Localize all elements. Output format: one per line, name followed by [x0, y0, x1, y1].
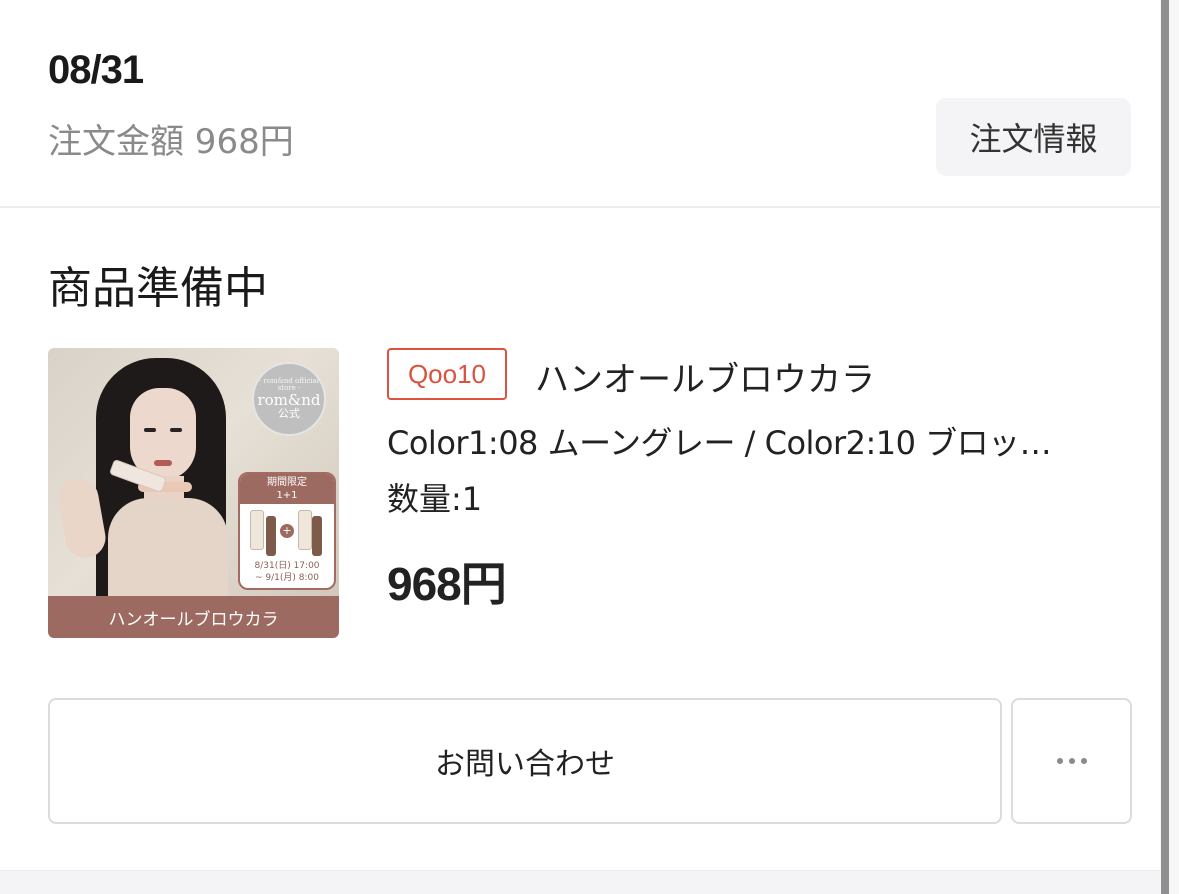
promo-wand-icon [312, 516, 322, 556]
more-options-button[interactable] [1011, 698, 1132, 824]
order-date: 08/31 [48, 48, 144, 92]
promo-card: 期間限定 1+1 + 8/31(日) 17:00 ~ 9/1(月) 8:00 [238, 472, 336, 590]
order-amount: 注文金額 968円 [48, 122, 294, 162]
brand-badge-name: rom&nd [257, 390, 321, 409]
header-divider [0, 206, 1160, 208]
image-model-body [108, 498, 228, 598]
promo-tube-icon [250, 510, 264, 550]
product-quantity: 数量:1 [387, 480, 483, 518]
brand-official-badge: · rom&nd official store · rom&nd 公式 [252, 362, 326, 436]
product-name[interactable]: ハンオールブロウカラ [535, 352, 875, 401]
promo-date-end: ~ 9/1(月) 8:00 [255, 573, 319, 583]
more-horizontal-icon [1056, 758, 1087, 764]
product-price: 968円 [387, 558, 507, 610]
image-footer-label: ハンオールブロウカラ [48, 596, 339, 638]
image-model-eye [144, 428, 156, 432]
product-option: Color1:08 ムーングレー / Color2:10 ブロッ… [387, 424, 1052, 462]
promo-offer-label: 1+1 [276, 490, 298, 501]
brand-badge-official: 公式 [278, 407, 300, 421]
promo-date-start: 8/31(日) 17:00 [254, 561, 320, 571]
order-info-button[interactable]: 注文情報 [936, 98, 1131, 176]
seller-badge: Qoo10 [387, 348, 507, 400]
promo-tube-icon [298, 510, 312, 550]
contact-button[interactable]: お問い合わせ [48, 698, 1002, 824]
order-status-title: 商品準備中 [48, 263, 268, 314]
image-model-lip [154, 460, 172, 466]
order-header: 08/31 注文金額 968円 注文情報 [0, 0, 1160, 207]
image-model-face [130, 388, 196, 480]
promo-date: 8/31(日) 17:00 ~ 9/1(月) 8:00 [240, 560, 334, 584]
plus-icon: + [280, 524, 294, 538]
product-image[interactable]: · rom&nd official store · rom&nd 公式 期間限定… [48, 348, 339, 638]
section-separator [0, 870, 1160, 894]
promo-products: + [250, 510, 324, 556]
promo-limited-label: 期間限定 [267, 477, 307, 488]
brand-badge-subtitle: · rom&nd official store · [258, 376, 320, 392]
promo-header: 期間限定 1+1 [240, 474, 334, 504]
image-model-eye [170, 428, 182, 432]
scrollbar-thumb[interactable] [1161, 0, 1169, 894]
promo-wand-icon [266, 516, 276, 556]
